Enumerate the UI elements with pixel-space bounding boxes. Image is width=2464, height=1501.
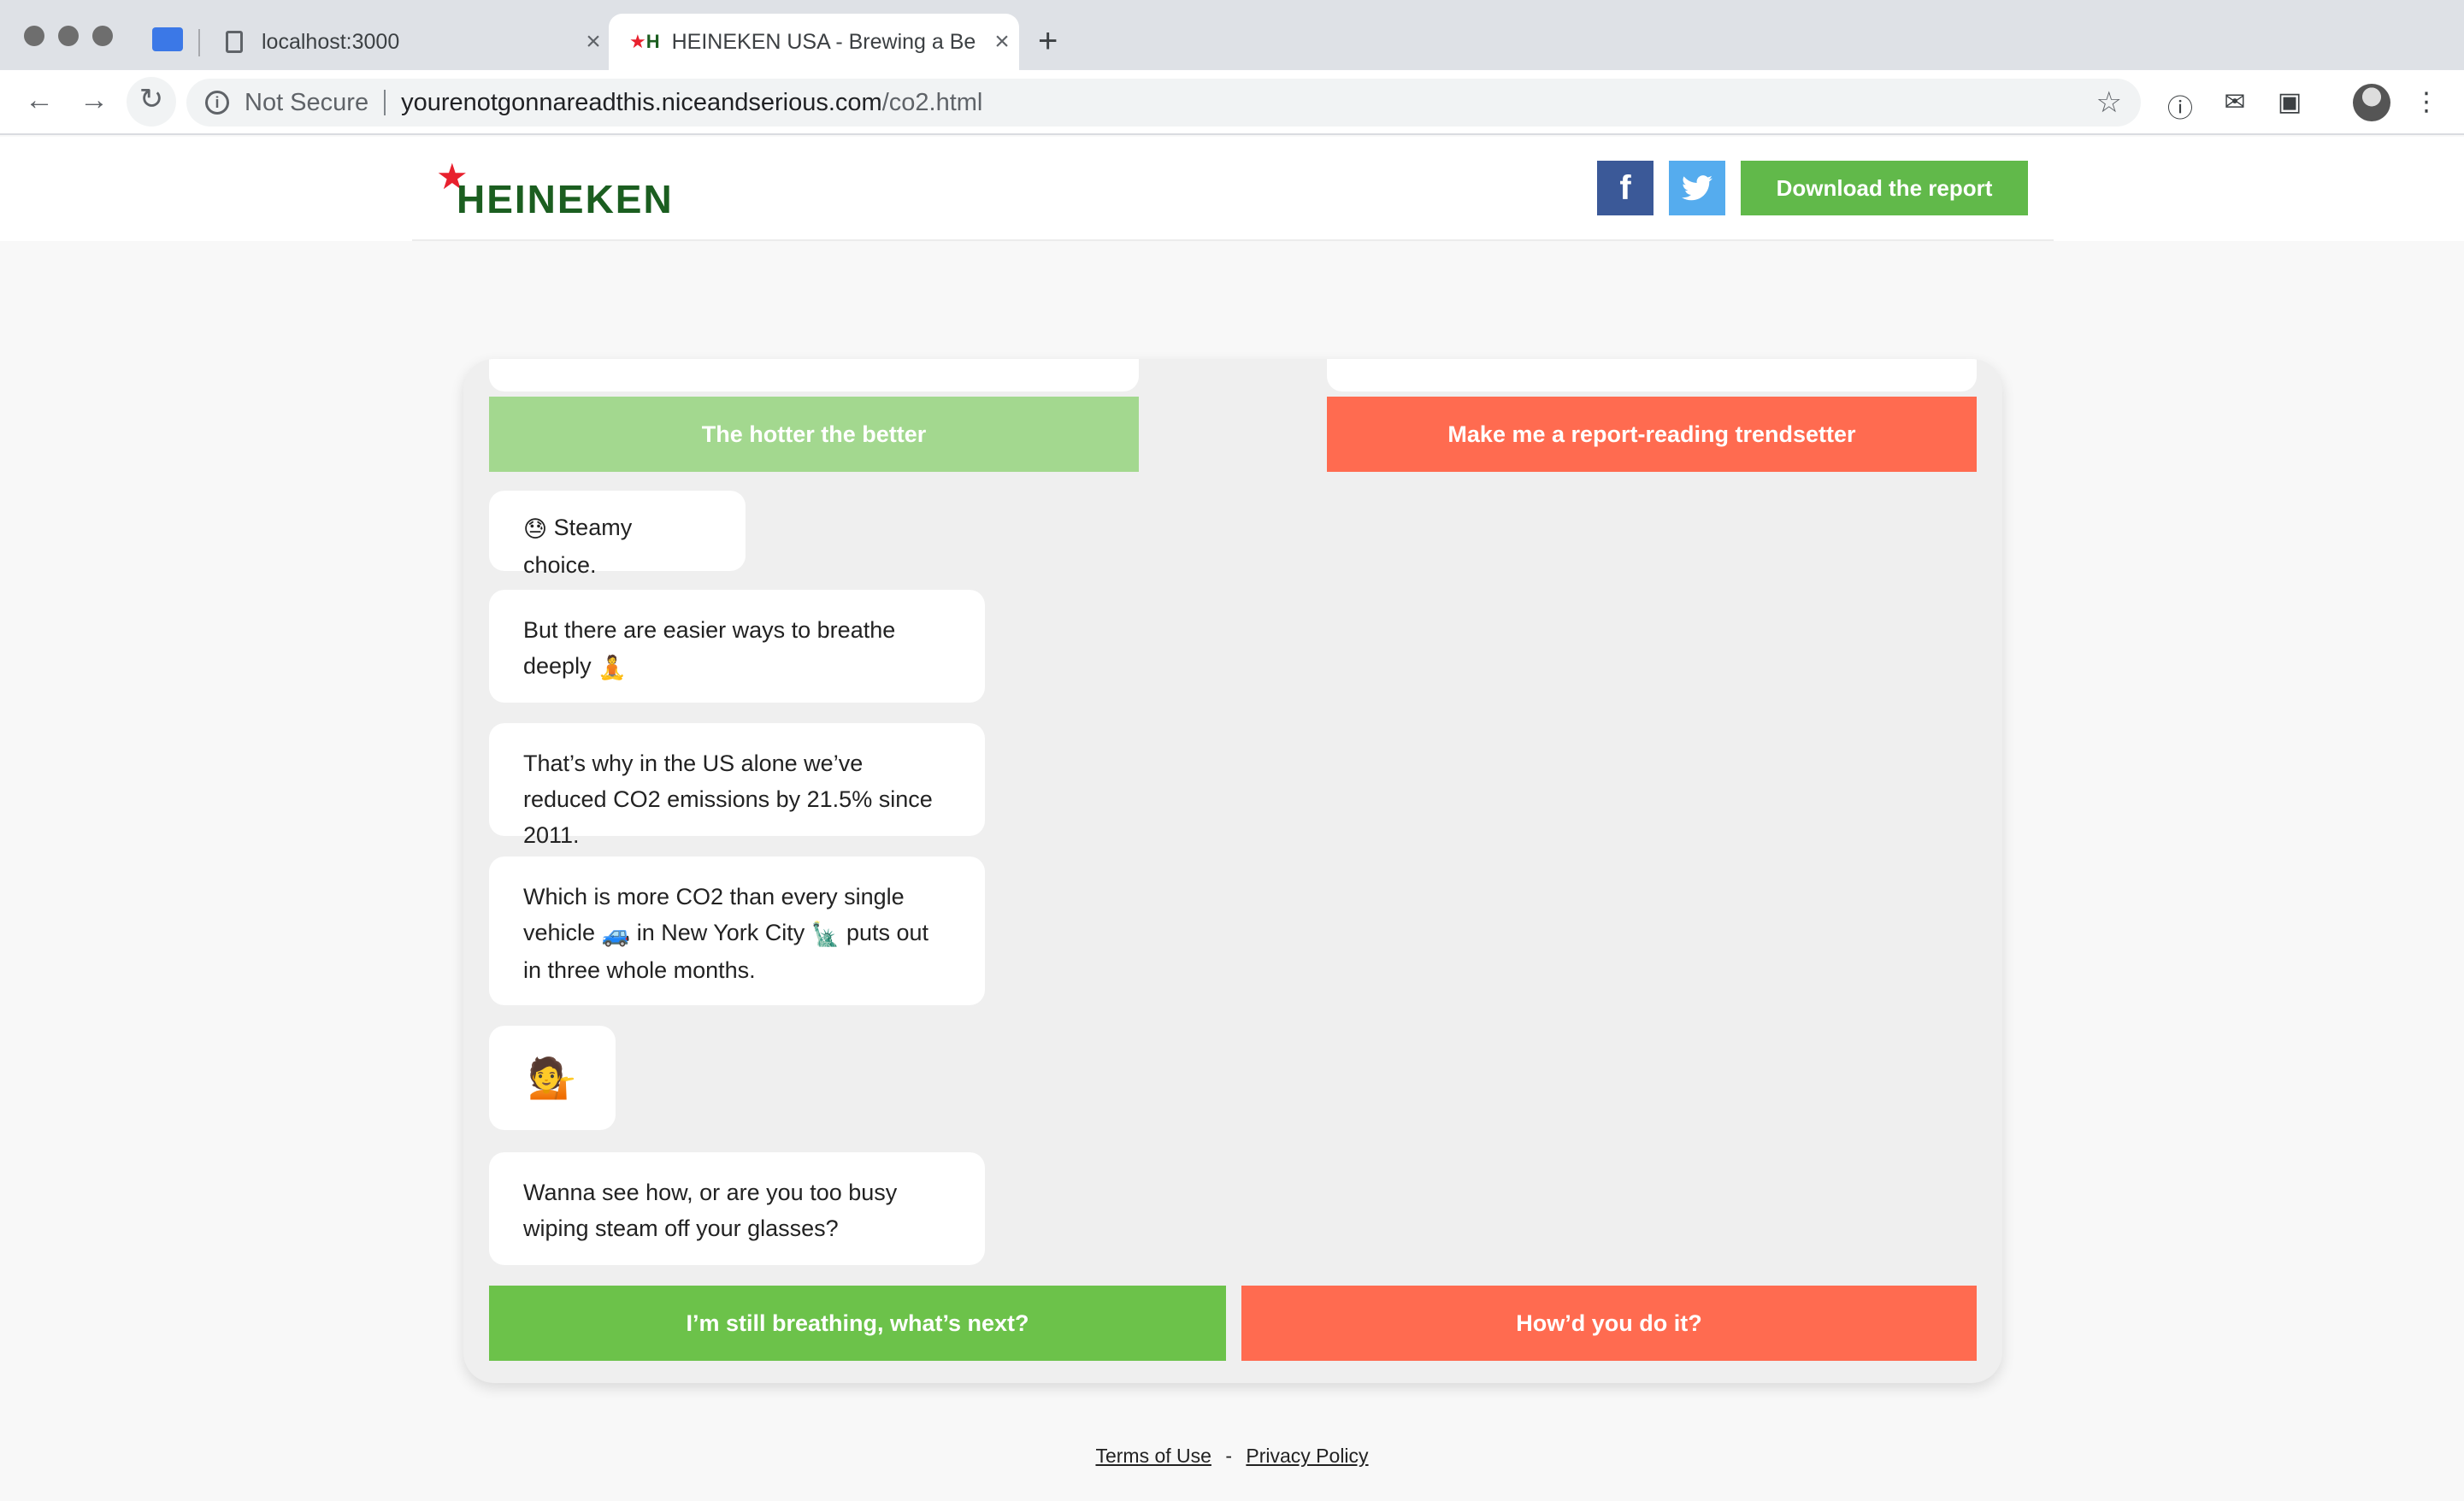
omnibox-divider bbox=[384, 90, 386, 115]
choice-still-breathing[interactable]: I’m still breathing, what’s next? bbox=[489, 1286, 1226, 1361]
logo-text: HEINEKEN bbox=[457, 177, 674, 221]
lotus-position-emoji: 🧘 bbox=[598, 654, 627, 680]
browser-chrome: localhost:3000 × ★H HEINEKEN USA - Brewi… bbox=[0, 0, 2464, 135]
security-label: Not Secure bbox=[245, 88, 369, 116]
facebook-icon: f bbox=[1619, 168, 1631, 207]
close-tab-icon[interactable]: × bbox=[985, 27, 1019, 56]
previous-bubble-stub bbox=[1327, 359, 1977, 391]
footer-separator: - bbox=[1225, 1445, 1232, 1467]
url-path: /co2.html bbox=[881, 88, 983, 116]
page-icon bbox=[226, 31, 243, 53]
message-text: Wanna see how, or are you too busy wipin… bbox=[523, 1180, 898, 1241]
twitter-share-button[interactable] bbox=[1669, 161, 1725, 215]
back-icon[interactable]: ← bbox=[21, 84, 58, 117]
mail-icon[interactable]: ✉ bbox=[2218, 87, 2252, 117]
address-bar[interactable]: i Not Secure yourenotgonnareadthis.nicea… bbox=[186, 79, 2141, 127]
message-text: in New York City bbox=[636, 920, 805, 945]
tab-heineken[interactable]: ★H HEINEKEN USA - Brewing a Be × bbox=[609, 14, 1019, 70]
profile-avatar[interactable] bbox=[2353, 84, 2390, 121]
chat-message: But there are easier ways to breathe dee… bbox=[489, 590, 985, 703]
previous-bubble-stub bbox=[489, 359, 1139, 391]
close-tab-icon[interactable]: × bbox=[576, 27, 610, 56]
privacy-policy-link[interactable]: Privacy Policy bbox=[1246, 1445, 1368, 1467]
chat-message: That’s why in the US alone we’ve reduced… bbox=[489, 723, 985, 848]
reload-button[interactable]: ↻ bbox=[127, 77, 176, 127]
statue-of-liberty-emoji: 🗽 bbox=[811, 921, 840, 947]
onepassword-icon[interactable]: ⓘ bbox=[2163, 87, 2197, 125]
twitter-icon bbox=[1682, 175, 1712, 201]
tab-label: HEINEKEN USA - Brewing a Be bbox=[671, 29, 976, 54]
sweat-face-emoji: 😓 bbox=[523, 515, 548, 542]
close-window-button[interactable] bbox=[24, 26, 44, 46]
message-text: That’s why in the US alone we’ve reduced… bbox=[523, 750, 933, 848]
tab-localhost[interactable]: localhost:3000 × bbox=[209, 14, 610, 70]
mail-extension-icon[interactable] bbox=[152, 27, 183, 51]
chat-message: Wanna see how, or are you too busy wipin… bbox=[489, 1152, 985, 1265]
new-tab-button[interactable]: + bbox=[1038, 22, 1058, 61]
screenshot-icon[interactable]: ▣ bbox=[2272, 87, 2307, 117]
tipping-hand-person-emoji: 💁 bbox=[528, 1056, 577, 1100]
reload-icon: ↻ bbox=[139, 83, 164, 115]
tab-separator bbox=[198, 29, 200, 56]
tab-label: localhost:3000 bbox=[262, 29, 400, 54]
choice-hotter-the-better[interactable]: The hotter the better bbox=[489, 397, 1139, 472]
message-text: But there are easier ways to breathe dee… bbox=[523, 617, 896, 679]
url-host: yourenotgonnareadthis.niceandserious.com bbox=[401, 88, 882, 116]
minimize-window-button[interactable] bbox=[58, 26, 79, 46]
star-icon[interactable]: ☆ bbox=[2096, 85, 2122, 120]
chat-message: 💁 bbox=[489, 1026, 616, 1130]
choice-report-trendsetter[interactable]: Make me a report-reading trendsetter bbox=[1327, 397, 1977, 472]
chat-card: The hotter the better Make me a report-r… bbox=[463, 359, 2002, 1383]
info-icon[interactable]: i bbox=[205, 91, 229, 115]
choice-how-did-you-do-it[interactable]: How’d you do it? bbox=[1241, 1286, 1977, 1361]
header-divider bbox=[412, 239, 2054, 241]
heineken-favicon: ★H bbox=[629, 31, 660, 52]
forward-icon[interactable]: → bbox=[75, 84, 113, 117]
download-report-button[interactable]: Download the report bbox=[1741, 161, 2028, 215]
chat-message: Which is more CO2 than every single vehi… bbox=[489, 856, 985, 1005]
car-emoji: 🚙 bbox=[601, 921, 631, 947]
browser-toolbar: ← → ↻ i Not Secure yourenotgonnareadthis… bbox=[0, 70, 2464, 135]
maximize-window-button[interactable] bbox=[92, 26, 113, 46]
facebook-share-button[interactable]: f bbox=[1597, 161, 1653, 215]
terms-of-use-link[interactable]: Terms of Use bbox=[1095, 1445, 1211, 1467]
chat-message: 😓 Steamy choice. bbox=[489, 491, 746, 578]
site-header bbox=[0, 137, 2464, 241]
menu-icon[interactable]: ⋮ bbox=[2409, 87, 2443, 117]
page-footer: Terms of Use - Privacy Policy bbox=[0, 1445, 2464, 1468]
